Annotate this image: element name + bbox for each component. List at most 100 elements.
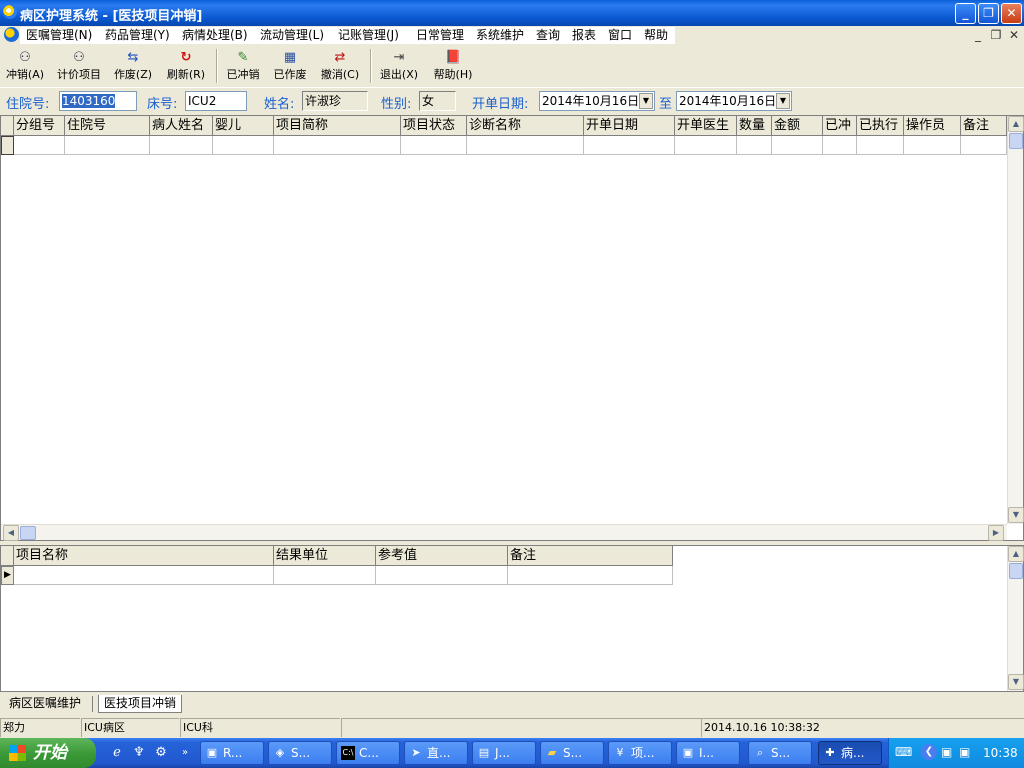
menu-order-management[interactable]: 医嘱管理(N) [24, 27, 94, 44]
minimize-button[interactable]: _ [955, 3, 976, 24]
detail-vertical-scrollbar[interactable]: ▲ ▼ [1007, 546, 1024, 691]
table-cell[interactable] [772, 136, 823, 155]
taskbar-item-active[interactable]: ✚ 病... [818, 741, 882, 765]
table-cell[interactable] [675, 136, 737, 155]
table-cell[interactable] [584, 136, 675, 155]
bed-no-field[interactable]: ICU2 [185, 91, 247, 111]
table-cell[interactable] [14, 136, 65, 155]
admission-no-field[interactable]: 1403160 [59, 91, 137, 111]
quicklaunch-settings-icon[interactable]: ⚙ [152, 744, 170, 762]
column-header[interactable]: 金额 [772, 116, 823, 136]
table-cell[interactable] [14, 566, 274, 585]
voided-button[interactable]: ▦ 已作废 [269, 47, 311, 85]
column-header[interactable]: 病人姓名 [150, 116, 213, 136]
taskbar-item[interactable]: ▣ I... [676, 741, 740, 765]
scroll-down-icon[interactable]: ▼ [1008, 507, 1024, 523]
menu-help[interactable]: 帮助 [642, 27, 670, 44]
reversed-button[interactable]: ✎ 已冲销 [222, 47, 264, 85]
column-header[interactable]: 备注 [961, 116, 1007, 136]
table-cell[interactable] [401, 136, 467, 155]
menu-flow-management[interactable]: 流动管理(L) [258, 27, 326, 44]
scroll-right-icon[interactable]: ▶ [988, 525, 1004, 541]
chevron-down-icon[interactable]: ▼ [639, 93, 653, 109]
vertical-scroll-thumb[interactable] [1009, 563, 1023, 579]
reverse-button[interactable]: ⚇ 冲销(A) [3, 47, 47, 85]
mdi-child-icon[interactable] [4, 27, 19, 42]
table-cell[interactable] [857, 136, 904, 155]
menu-reports[interactable]: 报表 [570, 27, 598, 44]
scroll-down-icon[interactable]: ▼ [1008, 674, 1024, 690]
column-header[interactable]: 已冲 [823, 116, 857, 136]
menu-drug-management[interactable]: 药品管理(Y) [103, 27, 172, 44]
date-to-picker[interactable]: 2014年10月16日 ▼ [676, 91, 792, 111]
mdi-restore-button[interactable]: ❐ [988, 28, 1004, 42]
mdi-close-button[interactable]: ✕ [1006, 28, 1022, 42]
void-button[interactable]: ⇆ 作废(Z) [111, 47, 155, 85]
vertical-scroll-thumb[interactable] [1009, 133, 1023, 149]
start-button[interactable]: 开始 [0, 738, 96, 768]
table-cell[interactable] [274, 136, 401, 155]
title-bar[interactable]: 病区护理系统 - [医技项目冲销] _ ❐ ✕ [0, 0, 1024, 26]
taskbar-item[interactable]: ▣ R... [200, 741, 264, 765]
menu-system-maintenance[interactable]: 系统维护 [474, 27, 526, 44]
exit-button[interactable]: ⇥ 退出(X) [377, 47, 421, 85]
detail-grid[interactable]: 项目名称 结果单位 参考值 备注 ▶ ▲ ▼ [0, 545, 1024, 692]
table-cell[interactable] [961, 136, 1007, 155]
undo-button[interactable]: ⇄ 撤消(C) [317, 47, 363, 85]
column-header[interactable]: 数量 [737, 116, 772, 136]
clock[interactable]: 10:38 [983, 746, 1018, 760]
table-cell[interactable] [737, 136, 772, 155]
column-header[interactable]: 参考值 [376, 546, 508, 566]
taskbar-item[interactable]: ¥ 项... [608, 741, 672, 765]
scroll-left-icon[interactable]: ◀ [3, 525, 19, 541]
refresh-button[interactable]: ↻ 刷新(R) [163, 47, 209, 85]
table-cell[interactable] [376, 566, 508, 585]
table-cell[interactable] [65, 136, 150, 155]
network-icon[interactable]: ▣ [959, 745, 970, 759]
chevron-right-icon[interactable]: » [176, 744, 194, 762]
menu-query[interactable]: 查询 [534, 27, 562, 44]
table-cell[interactable] [823, 136, 857, 155]
column-header[interactable]: 开单日期 [584, 116, 675, 136]
horizontal-scroll-thumb[interactable] [20, 526, 36, 540]
ie-icon[interactable]: ℯ [108, 744, 126, 762]
tab-medtech-reversal[interactable]: 医技项目冲销 [98, 695, 183, 713]
table-cell[interactable] [508, 566, 673, 585]
current-row-pointer-icon[interactable]: ▶ [1, 566, 14, 585]
column-header[interactable]: 项目状态 [401, 116, 467, 136]
taskbar-item[interactable]: ➤ 直... [404, 741, 468, 765]
table-cell[interactable] [467, 136, 584, 155]
main-grid[interactable]: 分组号 住院号 病人姓名 婴儿 项目简称 项目状态 诊断名称 开单日期 开单医生… [0, 115, 1024, 541]
column-header[interactable]: 婴儿 [213, 116, 274, 136]
mdi-minimize-button[interactable]: _ [970, 28, 986, 42]
chevron-down-icon[interactable]: ▼ [776, 93, 790, 109]
column-header[interactable]: 项目名称 [14, 546, 274, 566]
menu-window[interactable]: 窗口 [606, 27, 634, 44]
scroll-up-icon[interactable]: ▲ [1008, 546, 1024, 562]
main-vertical-scrollbar[interactable]: ▲ ▼ [1007, 116, 1024, 524]
menu-daily-management[interactable]: 日常管理 [414, 27, 466, 44]
network-icon[interactable]: ▣ [941, 745, 952, 759]
taskbar-item[interactable]: ◈ S... [268, 741, 332, 765]
column-header[interactable]: 开单医生 [675, 116, 737, 136]
row-selector[interactable] [1, 136, 14, 155]
tab-ward-order-maintenance[interactable]: 病区医嘱维护 [4, 695, 86, 713]
quicklaunch-app-icon[interactable]: ♆ [130, 744, 148, 762]
scroll-up-icon[interactable]: ▲ [1008, 116, 1024, 132]
taskbar-item[interactable]: ▰ S... [540, 741, 604, 765]
date-from-picker[interactable]: 2014年10月16日 ▼ [539, 91, 655, 111]
column-header[interactable]: 诊断名称 [467, 116, 584, 136]
help-button[interactable]: 📕 帮助(H) [430, 47, 476, 85]
menu-condition-handling[interactable]: 病情处理(B) [180, 27, 250, 44]
table-cell[interactable] [904, 136, 961, 155]
column-header[interactable]: 已执行 [857, 116, 904, 136]
taskbar-item[interactable]: ▤ J... [472, 741, 536, 765]
table-cell[interactable] [213, 136, 274, 155]
main-horizontal-scrollbar[interactable]: ◀ ▶ [1, 524, 1007, 541]
taskbar-item[interactable]: C:\ C... [336, 741, 400, 765]
column-header[interactable]: 结果单位 [274, 546, 376, 566]
table-cell[interactable] [150, 136, 213, 155]
taskbar-item[interactable]: ⌕ S... [748, 741, 812, 765]
column-header[interactable]: 分组号 [14, 116, 65, 136]
pricing-items-button[interactable]: ⚇ 计价项目 [53, 47, 105, 85]
